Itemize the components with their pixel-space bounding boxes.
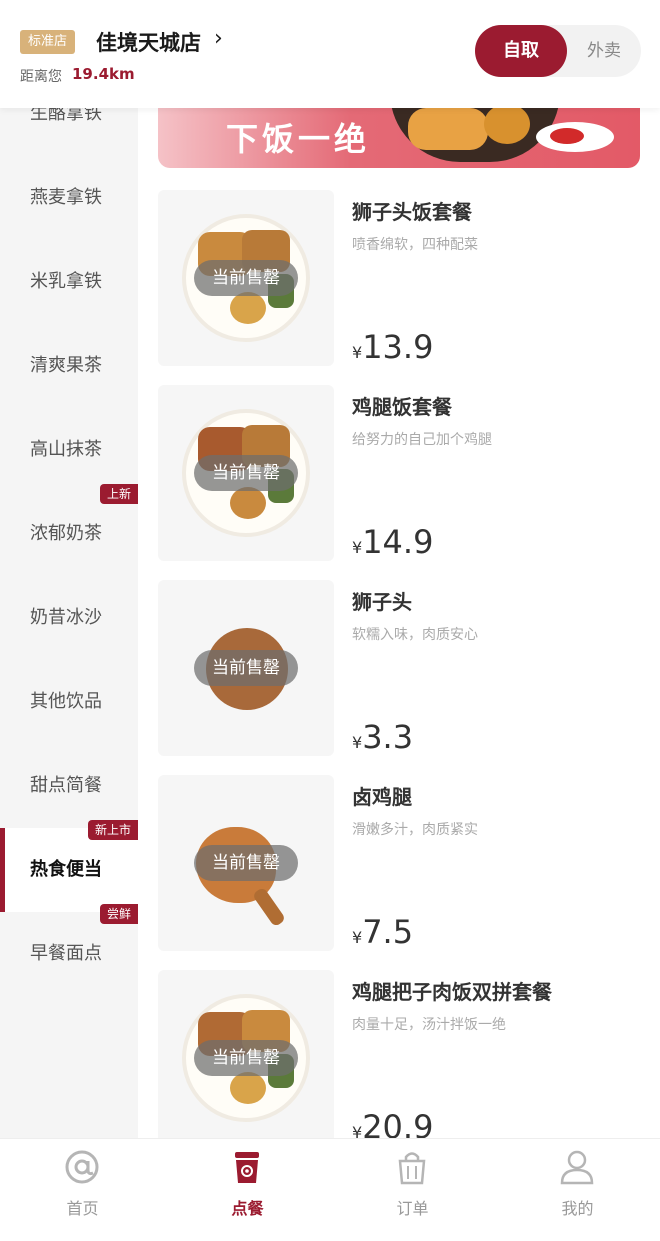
distance-value: 19.4km xyxy=(72,65,135,83)
product-description: 给努力的自己加个鸡腿 xyxy=(352,432,492,448)
home-at-icon xyxy=(65,1150,99,1184)
try-badge: 尝鲜 xyxy=(99,904,138,924)
product-name: 鸡腿把子肉饭双拼套餐 xyxy=(352,980,552,1004)
product-image: 当前售罄 xyxy=(158,775,334,951)
product-image: 当前售罄 xyxy=(158,190,334,366)
product-price: ¥14.9 xyxy=(352,523,433,561)
product-name: 卤鸡腿 xyxy=(352,785,412,809)
active-indicator xyxy=(0,828,5,912)
tab-profile[interactable]: 我的 xyxy=(495,1139,660,1241)
sidebar-item-matcha[interactable]: 高山抹茶 xyxy=(0,408,138,492)
product-description: 肉量十足，汤汁拌饭一绝 xyxy=(352,1017,506,1033)
product-image: 当前售罄 xyxy=(158,970,334,1146)
sidebar-item-smoothie[interactable]: 奶昔冰沙 xyxy=(0,576,138,660)
price-value: 14.9 xyxy=(362,523,434,561)
tab-order[interactable]: 点餐 xyxy=(165,1139,330,1241)
tab-home[interactable]: 首页 xyxy=(0,1139,165,1241)
product-name: 狮子头饭套餐 xyxy=(352,200,472,224)
egg-graphic xyxy=(230,1072,266,1104)
sidebar-item-breakfast[interactable]: 早餐面点 尝鲜 xyxy=(0,904,138,996)
order-cup-icon xyxy=(235,1152,259,1183)
bone-graphic xyxy=(251,886,287,928)
sidebar-item-fruit-tea[interactable]: 清爽果茶 xyxy=(0,324,138,408)
store-type-badge: 标准店 xyxy=(20,30,76,54)
bottom-tab-bar: 首页 点餐 订单 我的 xyxy=(0,1138,660,1241)
sidebar-item-label: 米乳拿铁 xyxy=(30,271,102,292)
product-description: 滑嫩多汁，肉质紧实 xyxy=(352,822,478,838)
sidebar-item-label: 早餐面点 xyxy=(30,943,102,964)
sidebar-item-other-drinks[interactable]: 其他饮品 xyxy=(0,660,138,744)
product-item[interactable]: 当前售罄 鸡腿饭套餐 给努力的自己加个鸡腿 ¥14.9 xyxy=(158,385,640,561)
meat-graphic xyxy=(230,487,266,519)
product-item[interactable]: 当前售罄 狮子头饭套餐 喷香绵软，四种配菜 ¥13.9 xyxy=(158,190,640,366)
sidebar-item-raw-cheese-latte[interactable]: 生酪拿铁 xyxy=(0,108,138,156)
banner-title: 下饭一绝 xyxy=(226,120,371,158)
currency-symbol: ¥ xyxy=(352,928,363,947)
currency-symbol: ¥ xyxy=(352,538,363,557)
sold-out-badge: 当前售罄 xyxy=(194,845,298,881)
sidebar-item-label: 清爽果茶 xyxy=(30,355,102,376)
tab-orders[interactable]: 订单 xyxy=(330,1139,495,1241)
sidebar-item-rice-milk-latte[interactable]: 米乳拿铁 xyxy=(0,240,138,324)
product-item[interactable]: 当前售罄 狮子头 软糯入味，肉质安心 ¥3.3 xyxy=(158,580,640,756)
product-price: ¥7.5 xyxy=(352,913,413,951)
price-value: 7.5 xyxy=(362,913,414,951)
sidebar-item-label: 热食便当 xyxy=(30,859,102,880)
distance-label: 距离您 xyxy=(20,69,62,85)
shopping-bag-icon xyxy=(398,1152,426,1185)
product-name: 鸡腿饭套餐 xyxy=(352,395,452,419)
product-item[interactable]: 当前售罄 卤鸡腿 滑嫩多汁，肉质紧实 ¥7.5 xyxy=(158,775,640,951)
delivery-mode-button[interactable]: 外卖 xyxy=(567,25,641,77)
app-root: 标准店 佳境天城店 › 距离您 19.4km 自取 外卖 生酪拿铁 燕麦拿铁 米… xyxy=(0,0,660,1241)
chevron-right-icon[interactable]: › xyxy=(214,26,223,51)
chili-illustration xyxy=(550,128,584,144)
sold-out-badge: 当前售罄 xyxy=(194,650,298,686)
product-image: 当前售罄 xyxy=(158,385,334,561)
sold-out-badge: 当前售罄 xyxy=(194,260,298,296)
promo-banner[interactable]: 下饭一绝 xyxy=(158,108,640,168)
product-price: ¥3.3 xyxy=(352,718,413,756)
sidebar-item-label: 甜点简餐 xyxy=(30,775,102,796)
sidebar-item-label: 浓郁奶茶 xyxy=(30,523,102,544)
product-price: ¥13.9 xyxy=(352,328,433,366)
product-description: 软糯入味，肉质安心 xyxy=(352,627,478,643)
tab-label: 我的 xyxy=(561,1199,594,1218)
tab-label: 点餐 xyxy=(231,1199,264,1218)
food-illustration xyxy=(408,108,488,150)
new-badge: 上新 xyxy=(99,484,138,504)
sidebar-item-label: 燕麦拿铁 xyxy=(30,187,102,208)
order-mode-switch: 自取 外卖 xyxy=(475,25,641,77)
sidebar-item-label: 奶昔冰沙 xyxy=(30,607,102,628)
product-image: 当前售罄 xyxy=(158,580,334,756)
tab-label: 首页 xyxy=(66,1199,99,1218)
currency-symbol: ¥ xyxy=(352,733,363,752)
new-launch-badge: 新上市 xyxy=(87,820,138,840)
sidebar-item-desserts-meals[interactable]: 甜点简餐 xyxy=(0,744,138,828)
profile-icon xyxy=(560,1150,594,1185)
store-name[interactable]: 佳境天城店 xyxy=(96,27,201,57)
sidebar-item-label: 高山抹茶 xyxy=(30,439,102,460)
product-item[interactable]: 当前售罄 鸡腿把子肉饭双拼套餐 肉量十足，汤汁拌饭一绝 ¥20.9 xyxy=(158,970,640,1146)
sidebar-item-label: 生酪拿铁 xyxy=(30,108,102,124)
product-description: 喷香绵软，四种配菜 xyxy=(352,237,478,253)
store-header: 标准店 佳境天城店 › 距离您 19.4km 自取 外卖 xyxy=(0,0,660,108)
product-name: 狮子头 xyxy=(352,590,412,614)
price-value: 13.9 xyxy=(362,328,434,366)
currency-symbol: ¥ xyxy=(352,343,363,362)
sold-out-badge: 当前售罄 xyxy=(194,455,298,491)
pickup-mode-button[interactable]: 自取 xyxy=(475,25,567,77)
egg-graphic xyxy=(230,292,266,324)
sidebar-item-label: 其他饮品 xyxy=(30,691,102,712)
tab-label: 订单 xyxy=(396,1199,429,1218)
price-value: 3.3 xyxy=(362,718,414,756)
sold-out-badge: 当前售罄 xyxy=(194,1040,298,1076)
sidebar-item-hot-food[interactable]: 热食便当 新上市 xyxy=(0,820,138,912)
category-sidebar: 生酪拿铁 燕麦拿铁 米乳拿铁 清爽果茶 高山抹茶 浓郁奶茶 上新 奶昔冰沙 其他… xyxy=(0,108,138,1138)
sidebar-item-milk-tea[interactable]: 浓郁奶茶 上新 xyxy=(0,484,138,576)
sidebar-item-oat-latte[interactable]: 燕麦拿铁 xyxy=(0,156,138,240)
